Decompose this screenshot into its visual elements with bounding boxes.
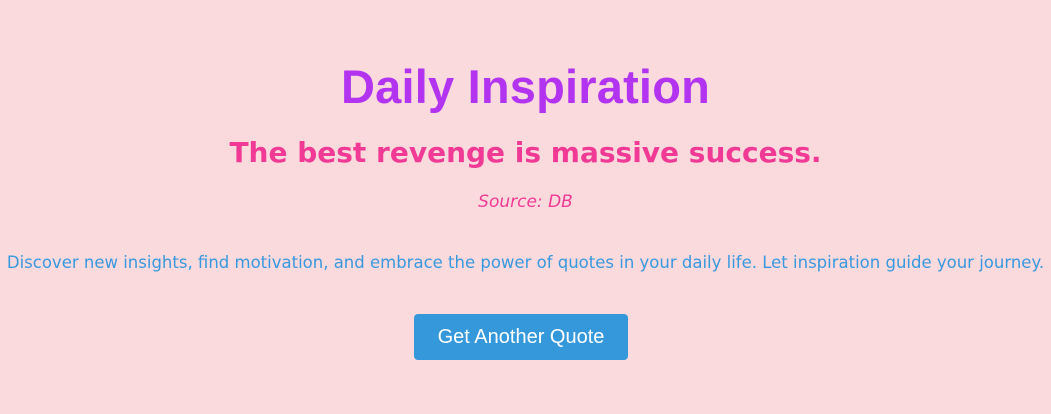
inspiration-page: Daily Inspiration The best revenge is ma… [0,0,1051,414]
page-title: Daily Inspiration [340,60,711,113]
quote-text: The best revenge is massive success. [229,136,822,169]
get-another-quote-button[interactable]: Get Another Quote [414,314,628,360]
quote-source: Source: DB [478,192,573,212]
page-description: Discover new insights, find motivation, … [6,253,1045,272]
